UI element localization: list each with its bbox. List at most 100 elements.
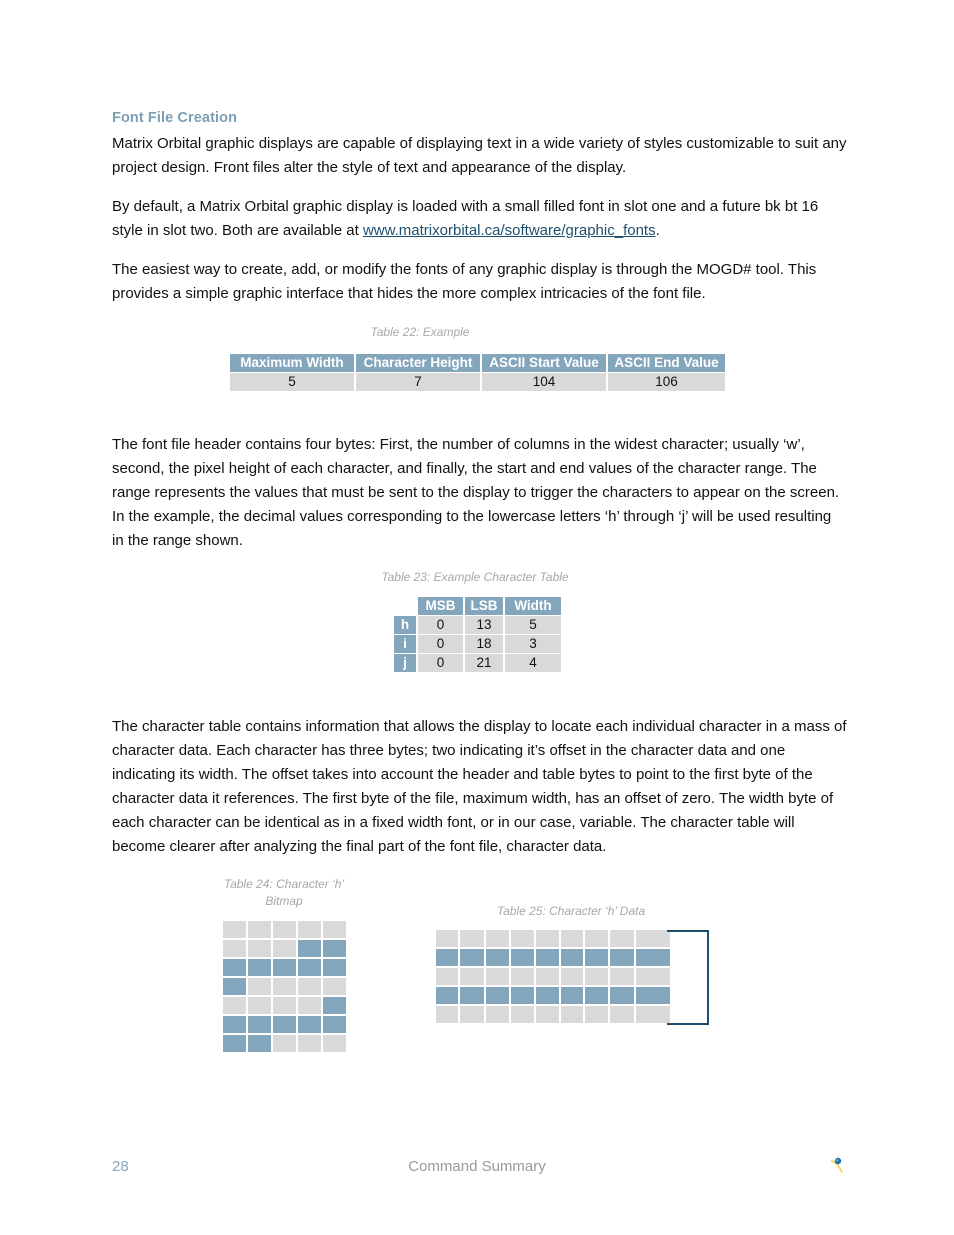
data-cell-on: [636, 987, 670, 1004]
table24-caption-line: Table 24: Character ‘h’: [223, 877, 345, 891]
bitmap-cell-off: [248, 921, 271, 938]
data-cell-off: [511, 968, 534, 985]
bitmap-cell-off: [223, 921, 246, 938]
bitmap-cell-off: [273, 978, 296, 995]
table23-cell: 5: [505, 616, 561, 634]
data-cell-off: [486, 1006, 509, 1023]
table23-cell: 13: [465, 616, 503, 634]
data-cell-on: [460, 949, 484, 966]
data-cell-on: [585, 987, 608, 1004]
paragraph-character-table: The character table contains information…: [112, 718, 847, 855]
bitmap-cell-on: [273, 1016, 296, 1033]
table-row: i 0 18 3: [394, 635, 561, 653]
bitmap-cell-on: [248, 959, 271, 976]
paragraph-header-bytes: The font file header contains four bytes…: [112, 436, 840, 549]
data-cell-off: [585, 1006, 608, 1023]
data-cell-off: [436, 930, 458, 947]
bitmap-cell-off: [273, 997, 296, 1014]
data-cell-off: [486, 930, 509, 947]
bitmap-cell-on: [323, 1016, 346, 1033]
bitmap-cell-on: [223, 978, 246, 995]
paragraph-mogd-tool: The easiest way to create, add, or modif…: [112, 261, 817, 302]
table23-row-label: h: [394, 616, 416, 634]
bitmap-cell-on: [323, 940, 346, 957]
bitmap-cell-off: [298, 978, 321, 995]
bitmap-cell-off: [323, 921, 346, 938]
table23-corner: [394, 597, 416, 615]
bitmap-cell-off: [298, 921, 321, 938]
data-cell-on: [436, 949, 458, 966]
data-cell-on: [536, 987, 559, 1004]
bitmap-cell-on: [248, 1016, 271, 1033]
data-cell-off: [536, 1006, 559, 1023]
table22-cell: 106: [608, 373, 725, 391]
table22-cell: 7: [356, 373, 480, 391]
table23-cell: 18: [465, 635, 503, 653]
data-cell-off: [610, 930, 634, 947]
bitmap-cell-on: [298, 1016, 321, 1033]
data-cell-off: [460, 930, 484, 947]
data-cell-off: [511, 930, 534, 947]
table23-cell: 0: [418, 616, 463, 634]
data-cell-off: [585, 968, 608, 985]
table22-cell: 5: [230, 373, 354, 391]
graphic-fonts-link[interactable]: www.matrixorbital.ca/software/graphic_fo…: [363, 222, 656, 239]
table22-header-ascii-start: ASCII Start Value: [482, 354, 606, 372]
data-cell-on: [610, 949, 634, 966]
data-cell-off: [436, 1006, 458, 1023]
data-cell-off: [561, 1006, 583, 1023]
data-cell-off: [610, 1006, 634, 1023]
data-cell-off: [486, 968, 509, 985]
data-cell-off: [536, 968, 559, 985]
table23-row-label: j: [394, 654, 416, 672]
data-cell-off: [460, 968, 484, 985]
table23-cell: 0: [418, 635, 463, 653]
table22-header-char-height: Character Height: [356, 354, 480, 372]
data-cell-on: [585, 949, 608, 966]
data-cell-off: [436, 968, 458, 985]
table23-cell: 21: [465, 654, 503, 672]
table24-caption: Table 24: Character ‘h’ Bitmap: [200, 876, 368, 910]
table23-header-lsb: LSB: [465, 597, 503, 615]
table23-caption: Table 23: Example Character Table: [381, 570, 569, 584]
data-cell-on: [460, 987, 484, 1004]
table-row: j 0 21 4: [394, 654, 561, 672]
bitmap-cell-on: [273, 959, 296, 976]
footer-title: Command Summary: [408, 1158, 546, 1175]
table25-caption: Table 25: Character ‘h’ Data: [496, 904, 646, 918]
table23-cell: 0: [418, 654, 463, 672]
bitmap-cell-off: [223, 997, 246, 1014]
data-cell-on: [511, 949, 534, 966]
bitmap-cell-off: [323, 1035, 346, 1052]
bitmap-cell-off: [248, 940, 271, 957]
paragraph-text: .: [655, 222, 660, 239]
table22-caption: Table 22: Example: [370, 325, 470, 339]
data-cell-off: [636, 968, 670, 985]
data-cell-on: [436, 987, 458, 1004]
table23-character-table: MSB LSB Width h 0 13 5 i 0 18 3 j 0 21 4: [392, 596, 563, 673]
bitmap-cell-on: [323, 997, 346, 1014]
table24-caption-line: Bitmap: [265, 894, 303, 908]
table23-header-row: MSB LSB Width: [394, 597, 561, 615]
bitmap-cell-off: [298, 997, 321, 1014]
bitmap-cell-off: [298, 1035, 321, 1052]
table22-header-max-width: Maximum Width: [230, 354, 354, 372]
data-cell-on: [610, 987, 634, 1004]
bitmap-cell-off: [223, 940, 246, 957]
data-cell-off: [460, 1006, 484, 1023]
data-cell-on: [486, 949, 509, 966]
data-cell-on: [511, 987, 534, 1004]
data-cell-on: [561, 987, 583, 1004]
table23-row-label: i: [394, 635, 416, 653]
data-cell-off: [511, 1006, 534, 1023]
data-cell-off: [561, 930, 583, 947]
table-row: h 0 13 5: [394, 616, 561, 634]
bitmap-cell-on: [298, 940, 321, 957]
table25-bracket: [667, 930, 709, 1025]
bitmap-cell-on: [223, 1035, 246, 1052]
bitmap-cell-off: [248, 997, 271, 1014]
data-cell-off: [636, 1006, 670, 1023]
bitmap-cell-on: [323, 959, 346, 976]
bitmap-cell-off: [273, 940, 296, 957]
data-cell-off: [585, 930, 608, 947]
